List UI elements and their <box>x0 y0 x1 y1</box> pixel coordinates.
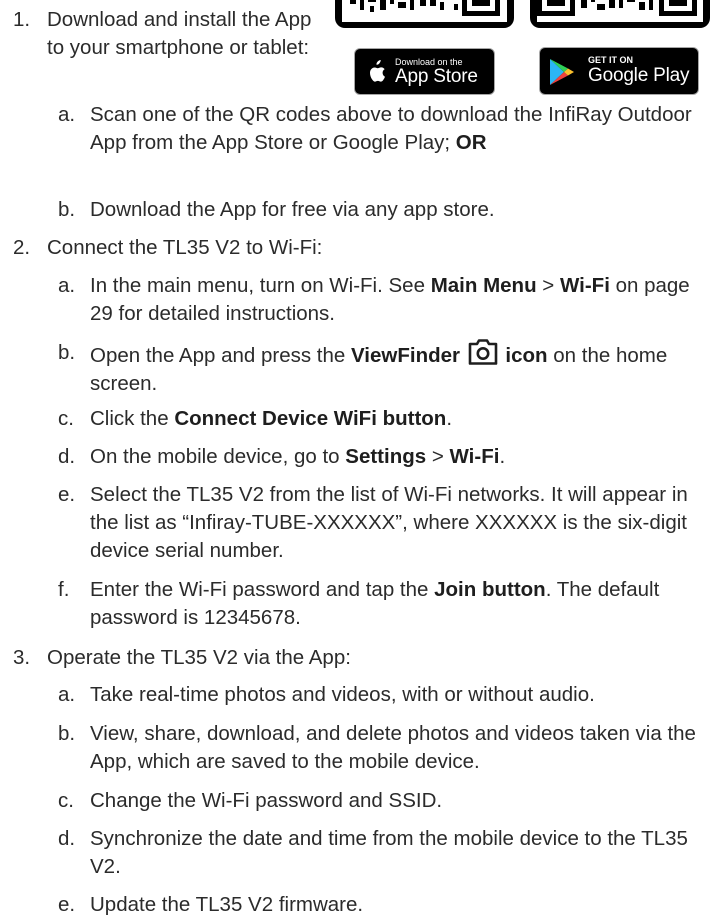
google-play-badge[interactable]: GET IT ON Google Play <box>539 47 699 95</box>
list-item-text: View, share, download, and delete photos… <box>90 722 696 773</box>
qr-pattern-google-play <box>537 0 697 16</box>
list-item-bold: OR <box>455 131 487 154</box>
list-item-text-main: Scan one of the QR codes above to downlo… <box>90 103 692 154</box>
list-item-letter: b. <box>58 198 76 221</box>
list-item-letter: e. <box>58 483 76 506</box>
list-item-text: Open the App and press the ViewFinder ic… <box>90 339 711 398</box>
list-item-letter: e. <box>58 893 76 916</box>
app-store-badge-title: App Store <box>395 66 478 87</box>
list-item: e. Select the TL35 V2 from the list of W… <box>58 481 711 565</box>
apple-icon <box>370 60 385 82</box>
list-item: b. View, share, download, and delete pho… <box>58 720 711 776</box>
list-item-letter: d. <box>58 445 76 468</box>
step-title: Connect the TL35 V2 to Wi-Fi: <box>47 236 323 259</box>
app-store-badge[interactable]: Download on the App Store <box>354 48 495 95</box>
list-item-letter: a. <box>58 683 76 706</box>
qr-code-app-store <box>335 0 514 28</box>
list-item-letter: f. <box>58 578 70 601</box>
google-play-badge-small-text: GET IT ON <box>588 55 633 65</box>
step-title: Download and install the App to your sma… <box>47 8 312 59</box>
list-item-text: In the main menu, turn on Wi-Fi. See Mai… <box>90 274 690 325</box>
list-item: e. Update the TL35 V2 firmware. <box>58 891 711 919</box>
list-item: a. Scan one of the QR codes above to dow… <box>58 101 711 157</box>
list-item: d. On the mobile device, go to Settings … <box>58 443 711 471</box>
list-item-letter: c. <box>58 789 74 812</box>
list-item-text: Take real-time photos and videos, with o… <box>90 683 595 706</box>
list-item-text: Synchronize the date and time from the m… <box>90 827 688 878</box>
list-item: b. Download the App for free via any app… <box>58 196 711 224</box>
list-item: c. Change the Wi-Fi password and SSID. <box>58 787 711 815</box>
step-title: Operate the TL35 V2 via the App: <box>47 646 351 669</box>
camera-icon <box>468 339 498 365</box>
list-item-text: Change the Wi-Fi password and SSID. <box>90 789 443 812</box>
step-number: 2. <box>13 236 31 259</box>
list-item-text: Enter the Wi-Fi password and tap the Joi… <box>90 578 660 629</box>
list-item-letter: a. <box>58 103 76 126</box>
list-item-text: Select the TL35 V2 from the list of Wi-F… <box>90 483 688 562</box>
google-play-icon <box>550 59 574 85</box>
list-item: a. In the main menu, turn on Wi-Fi. See … <box>58 272 711 328</box>
list-item-letter: a. <box>58 274 76 297</box>
list-item-letter: b. <box>58 722 76 745</box>
qr-code-google-play <box>530 0 710 28</box>
list-item-letter: c. <box>58 407 74 430</box>
list-item-letter: b. <box>58 341 76 364</box>
list-item-letter: d. <box>58 827 76 850</box>
google-play-badge-title: Google Play <box>588 65 690 86</box>
step-number: 3. <box>13 646 31 669</box>
list-item-text: On the mobile device, go to Settings > W… <box>90 445 506 468</box>
list-item-text: Download the App for free via any app st… <box>90 198 495 221</box>
list-item: a. Take real-time photos and videos, wit… <box>58 681 711 709</box>
list-item: c. Click the Connect Device WiFi button. <box>58 405 711 433</box>
list-item: d. Synchronize the date and time from th… <box>58 825 711 881</box>
qr-pattern-app-store <box>350 0 500 16</box>
list-item-text: Scan one of the QR codes above to downlo… <box>90 101 711 157</box>
list-item-text: Click the Connect Device WiFi button. <box>90 407 453 430</box>
list-item-text: Update the TL35 V2 firmware. <box>90 893 364 916</box>
step-number: 1. <box>13 8 31 31</box>
list-item: f. Enter the Wi-Fi password and tap the … <box>58 576 711 632</box>
list-item: b. Open the App and press the ViewFinder… <box>58 339 711 398</box>
